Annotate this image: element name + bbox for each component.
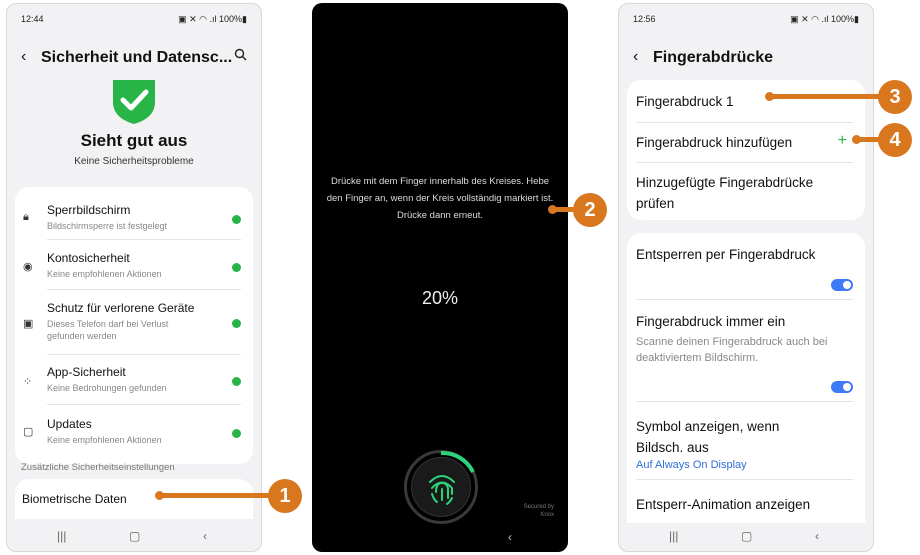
item-subtitle: Dieses Telefon darf bei Verlust gefunden…: [47, 319, 169, 341]
divider: [47, 239, 241, 240]
aod-link[interactable]: Auf Always On Display: [636, 459, 747, 471]
callout-2: 2: [573, 193, 607, 227]
divider: [636, 162, 853, 163]
plus-icon[interactable]: +: [838, 132, 847, 150]
check-icon: [232, 215, 241, 224]
back-nav-icon[interactable]: ‹: [508, 530, 512, 544]
biometric-data-item[interactable]: Biometrische Daten: [22, 492, 127, 506]
scan-instruction: Drücke mit dem Finger innerhalb des Krei…: [326, 176, 554, 221]
list-item-lockscreen[interactable]: 🔒︎ Sperrbildschirm Bildschirmsperre ist …: [15, 195, 253, 241]
status-subtitle: Keine Sicherheitsprobleme: [74, 156, 194, 167]
knox-text: Knox: [540, 512, 554, 518]
divider: [636, 401, 853, 402]
system-navbar: ||| ▢ ‹: [619, 523, 873, 551]
back-nav-icon[interactable]: ‹: [203, 529, 207, 543]
check-icon: [232, 429, 241, 438]
unlock-with-fingerprint-label: Entsperren per Fingerabdruck: [636, 247, 816, 262]
scan-progress: 20%: [421, 288, 459, 308]
list-item-lost-device[interactable]: ▣ Schutz für verlorene Geräte Dieses Tel…: [15, 295, 253, 353]
item-title: Schutz für verlorene Geräte: [47, 301, 195, 315]
battery-level: 100%: [219, 14, 243, 24]
header: ‹ Sicherheit und Datensc...: [21, 48, 247, 70]
knox-label: Secured by Knox: [524, 503, 554, 519]
unlock-toggle[interactable]: [831, 279, 853, 291]
status-icons: ▣ ✕ ◠ .ıl 100%▮: [178, 14, 247, 24]
phone-fingerprint-scan: Drücke mit dem Finger innerhalb des Krei…: [312, 3, 568, 552]
check-icon: [232, 263, 241, 272]
apps-icon: ⁘: [23, 376, 33, 388]
status-title: Sieht gut aus: [80, 131, 188, 150]
list-item-updates[interactable]: ▢ Updates Keine empfohlenen Aktionen: [15, 409, 253, 459]
callout-4: 4: [878, 123, 912, 157]
battery-level: 100%: [831, 14, 855, 24]
check-fingerprints-item[interactable]: Hinzugefügte Fingerabdrücke prüfen: [636, 172, 853, 214]
biometric-card: Biometrische Daten: [15, 479, 253, 519]
callout-1: 1: [268, 479, 302, 513]
callout-3: 3: [878, 80, 912, 114]
update-icon: ▢: [23, 426, 34, 438]
lock-icon: 🔒︎: [23, 211, 29, 223]
always-on-description: Scanne deinen Fingerabdruck auch bei dea…: [636, 336, 828, 364]
item-title: Updates: [47, 417, 92, 431]
item-subtitle: Bildschirmsperre ist festgelegt: [47, 221, 168, 231]
status-bar: 12:44 ▣ ✕ ◠ .ıl 100%▮: [21, 14, 247, 26]
status-bar: 12:56 ▣ ✕ ◠ .ıl 100%▮: [633, 14, 859, 26]
item-title: Kontosicherheit: [47, 251, 130, 265]
section-label: Zusätzliche Sicherheitseinstellungen: [21, 462, 175, 473]
back-icon[interactable]: ‹: [633, 48, 638, 66]
divider: [636, 299, 853, 300]
item-title: Sperrbildschirm: [47, 203, 131, 217]
list-item-account[interactable]: ◉ Kontosicherheit Keine empfohlenen Akti…: [15, 245, 253, 291]
home-icon[interactable]: ▢: [129, 529, 140, 543]
status-icons: ▣ ✕ ◠ .ıl 100%▮: [790, 14, 859, 24]
divider: [47, 354, 241, 355]
divider: [636, 479, 853, 480]
always-on-label: Fingerabdruck immer ein: [636, 314, 786, 329]
item-subtitle: Keine empfohlenen Aktionen: [47, 435, 162, 445]
check-icon: [232, 319, 241, 328]
fingerprint-sensor-ring[interactable]: [404, 450, 478, 524]
back-nav-icon[interactable]: ‹: [815, 529, 819, 543]
phone-security-screen: 12:44 ▣ ✕ ◠ .ıl 100%▮ ‹ Sicherheit und D…: [6, 3, 262, 552]
search-icon[interactable]: [234, 48, 247, 66]
add-fingerprint-item[interactable]: Fingerabdruck hinzufügen: [636, 135, 865, 150]
fingerprint-list: Fingerabdruck 1 Fingerabdruck hinzufügen…: [627, 80, 865, 220]
unlock-animation-item[interactable]: Entsperr-Animation anzeigen: [636, 497, 865, 512]
home-icon[interactable]: ▢: [741, 529, 752, 543]
header: ‹ Fingerabdrücke: [633, 48, 859, 70]
fingerprint-settings: Entsperren per Fingerabdruck Fingerabdru…: [627, 233, 865, 523]
callout-2-line: [553, 207, 575, 212]
always-on-toggle[interactable]: [831, 381, 853, 393]
account-icon: ◉: [23, 261, 33, 273]
item-subtitle: Keine Bedrohungen gefunden: [47, 383, 167, 393]
check-icon: [232, 377, 241, 386]
callout-1-line: [160, 493, 272, 498]
show-icon-label[interactable]: Symbol anzeigen, wenn Bildsch. aus: [636, 416, 815, 458]
recent-apps-icon[interactable]: |||: [669, 529, 678, 543]
secured-by-text: Secured by: [523, 504, 554, 510]
fingerprint-icon: [411, 457, 471, 517]
back-icon[interactable]: ‹: [21, 48, 26, 66]
status-time: 12:56: [633, 14, 656, 24]
divider: [636, 122, 853, 123]
item-subtitle: Keine empfohlenen Aktionen: [47, 269, 162, 279]
divider: [47, 289, 241, 290]
phone-fingerprints-screen: 12:56 ▣ ✕ ◠ .ıl 100%▮ ‹ Fingerabdrücke F…: [618, 3, 874, 552]
divider: [47, 404, 241, 405]
shield-check-icon: [109, 76, 159, 126]
page-title: Fingerabdrücke: [653, 49, 774, 66]
item-title: App-Sicherheit: [47, 365, 126, 379]
device-icon: ▣: [23, 318, 34, 330]
system-navbar: ||| ▢ ‹: [7, 523, 261, 551]
page-title: Sicherheit und Datensc...: [41, 49, 233, 66]
list-item-app-security[interactable]: ⁘ App-Sicherheit Keine Bedrohungen gefun…: [15, 359, 253, 405]
security-list: 🔒︎ Sperrbildschirm Bildschirmsperre ist …: [15, 187, 253, 464]
callout-3-line: [770, 94, 882, 99]
recent-apps-icon[interactable]: |||: [57, 529, 66, 543]
status-time: 12:44: [21, 14, 44, 24]
